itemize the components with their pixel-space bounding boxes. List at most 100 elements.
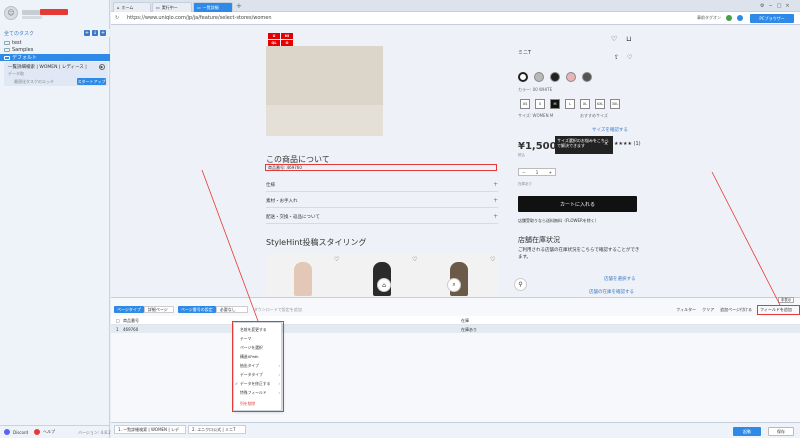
tooltip-close-icon[interactable]: × <box>604 141 608 147</box>
col-header-stock[interactable]: 在庫 <box>461 318 469 324</box>
avatar[interactable]: ☺ <box>4 6 18 20</box>
color-swatch-black[interactable] <box>550 72 560 82</box>
url-input[interactable]: https://www.uniqlo.com/jp/ja/feature/sel… <box>127 15 272 21</box>
minimize-icon[interactable]: − <box>768 3 772 9</box>
price: ¥1,500 <box>518 141 557 152</box>
hide-pane-button[interactable]: 非表示 <box>778 297 794 303</box>
rating-stars[interactable]: ★★★★ (1) <box>614 141 641 147</box>
plus-icon: + <box>492 213 498 220</box>
person-icon[interactable]: ⚲ <box>514 278 527 291</box>
cell-stock: 在庫あり <box>461 327 477 332</box>
footer-tab-2[interactable]: 2. ユニクロ公式 | ミニT <box>188 425 246 434</box>
username-sub-blur <box>22 16 42 19</box>
page-rule-select[interactable]: 必要なし <box>215 306 248 313</box>
accordion-spec[interactable]: 仕様 + <box>266 178 498 192</box>
size-3xl[interactable]: 3XL <box>610 99 620 109</box>
size-xxl[interactable]: XXL <box>595 99 605 109</box>
help-icon[interactable] <box>34 429 41 435</box>
tab-running[interactable]: ▭ 実行中ー <box>152 2 192 12</box>
color-swatch-white[interactable] <box>518 72 528 82</box>
accordion-material[interactable]: 素材・お手入れ + <box>266 194 498 208</box>
heart-icon[interactable]: ♡ <box>334 256 339 263</box>
add-to-cart-button[interactable]: カートに入れる <box>518 196 637 212</box>
size-xl[interactable]: XL <box>580 99 590 109</box>
settings-icon[interactable]: ⚙ <box>760 3 764 9</box>
size-l[interactable]: L <box>565 99 575 109</box>
tab-home[interactable]: ⌂ ホーム <box>113 2 151 12</box>
home-icon[interactable]: ⌂ <box>377 278 391 292</box>
play-icon[interactable]: ▶ <box>99 64 105 70</box>
home-icon: ⌂ <box>117 5 120 10</box>
task-run-button[interactable]: スタートアップ <box>77 78 106 85</box>
discord-icon[interactable] <box>4 429 10 435</box>
annotation-box-add-field <box>757 305 800 315</box>
size-xs[interactable]: XS <box>520 99 530 109</box>
discord-link[interactable]: Discord <box>13 430 28 435</box>
clear-button[interactable]: クリア <box>702 307 714 313</box>
page-rule-label: ページ番号の設定 <box>177 306 216 313</box>
heart-icon[interactable]: ♡ <box>611 35 617 43</box>
info-icon[interactable] <box>737 15 743 21</box>
heart-icon[interactable]: ♡ <box>412 256 417 263</box>
maximize-icon[interactable]: □ <box>777 3 782 9</box>
store-stock-title: 店舗在庫状況 <box>518 236 560 244</box>
style-photo-1[interactable] <box>294 262 312 296</box>
page-type-select[interactable]: 詳細ページ <box>143 306 174 313</box>
reload-icon[interactable]: ↻ <box>115 15 119 21</box>
tab-list-detail[interactable]: ▭ 一覧詳細 <box>193 2 233 12</box>
heart-icon[interactable]: ♡ <box>627 54 632 61</box>
col-header-code[interactable]: 商品番号 <box>123 318 139 324</box>
stylehint-title: StyleHint投稿スタイリング <box>266 238 367 247</box>
size-check-link[interactable]: サイズを確認する <box>592 127 628 133</box>
new-tab-icon[interactable]: + <box>236 2 242 10</box>
tree-item-label: Samples <box>12 46 34 53</box>
help-link[interactable]: ヘルプ <box>43 429 55 435</box>
color-swatch-charcoal[interactable] <box>582 72 592 82</box>
product-image-lower <box>266 105 383 136</box>
row-index-header: □ <box>116 318 120 323</box>
search-icon[interactable]: ⌕ <box>447 278 461 292</box>
close-icon[interactable]: × <box>785 3 789 9</box>
pc-browser-button[interactable]: PCブラウザー <box>750 14 794 23</box>
task-tree-header: 全てのタスク + ↓ + <box>0 29 110 37</box>
stylehint-gallery[interactable]: ♡ ♡ ♡ ⌂ ⌕ <box>266 254 498 298</box>
quantity-stepper[interactable]: − 1 + <box>518 168 556 176</box>
new-task-icon[interactable]: + <box>100 30 106 36</box>
folder-icon <box>4 47 10 52</box>
tree-item-test[interactable]: test <box>0 39 110 46</box>
qty-plus-button[interactable]: + <box>549 170 552 175</box>
share-icon[interactable]: ⇪ <box>614 54 619 61</box>
plus-icon: + <box>492 181 498 188</box>
filter-button[interactable]: フィルター <box>676 307 696 313</box>
save-button[interactable]: 保存 <box>768 427 794 436</box>
table-row[interactable]: 1 469760 在庫あり <box>111 325 800 333</box>
select-store-link[interactable]: 店舗を選択する <box>604 276 636 282</box>
add-folder-icon[interactable]: + <box>84 30 90 36</box>
tree-item-samples[interactable]: Samples <box>0 46 110 53</box>
product-code[interactable]: 商品番号: 469760 <box>265 164 497 171</box>
heart-icon[interactable]: ♡ <box>490 256 495 263</box>
task-subtitle-2: 最適化タスクのエッチ <box>14 79 54 84</box>
tag-toggle-label[interactable]: 事前タグオン <box>697 15 721 21</box>
tree-item-default[interactable]: デフォルト <box>0 54 110 61</box>
size-s[interactable]: S <box>535 99 545 109</box>
version-label: バージョン: 4.8.2 <box>78 430 111 435</box>
recommended-size[interactable]: おすすめサイズ <box>580 113 608 119</box>
cart-icon[interactable]: ⊔ <box>626 35 631 43</box>
color-swatch-gray[interactable] <box>534 72 544 82</box>
folder-icon <box>4 55 10 60</box>
add-page-button[interactable]: 追加ページ付ける <box>720 307 752 313</box>
qty-minus-button[interactable]: − <box>522 170 525 175</box>
start-button[interactable]: 起動 <box>733 427 761 436</box>
accordion-shipping[interactable]: 配送・交換・返品について + <box>266 210 498 224</box>
footer-tab-1[interactable]: 1. 一覧詳細検索 | WOMEN | レデ <box>114 425 186 434</box>
plus-icon: + <box>492 197 498 204</box>
uniqlo-logo[interactable]: U NI QL O <box>268 33 293 46</box>
qty-value: 1 <box>535 169 539 175</box>
size-m[interactable]: M <box>550 99 560 109</box>
folder-icon <box>4 40 10 45</box>
check-store-stock-link[interactable]: 店舗の在庫を確認する <box>589 289 634 295</box>
color-swatch-pink[interactable] <box>566 72 576 82</box>
import-icon[interactable]: ↓ <box>92 30 98 36</box>
product-name: ミニT <box>518 50 532 56</box>
